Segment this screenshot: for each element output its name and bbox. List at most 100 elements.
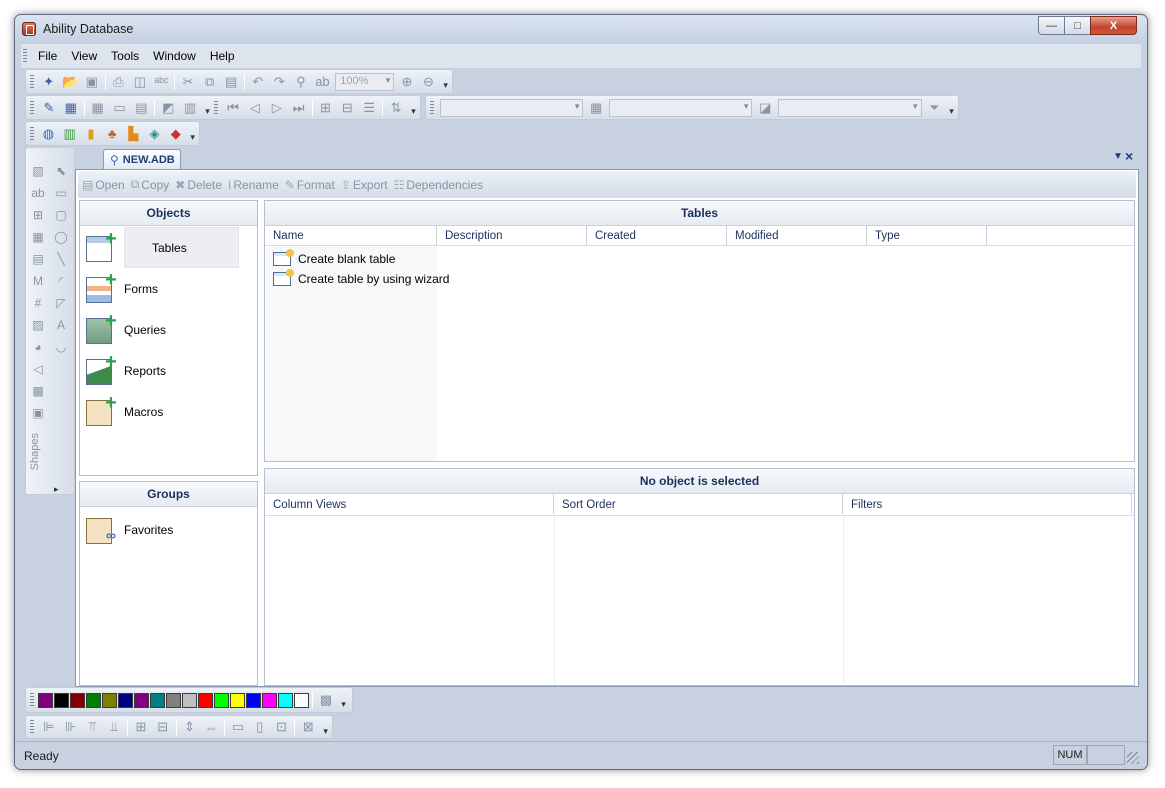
table-grid-icon[interactable]: ▦ — [29, 227, 47, 247]
center-vertical-icon[interactable]: ⊟ — [153, 718, 173, 737]
resize-grip-icon[interactable] — [1127, 752, 1139, 764]
column-header-description[interactable]: Description — [437, 226, 587, 246]
save-icon[interactable]: ▣ — [82, 72, 102, 91]
design-icon[interactable]: ✎ — [39, 98, 59, 117]
rename-action-button[interactable]: I Rename — [228, 178, 279, 192]
toolbar-grip-handle[interactable] — [30, 693, 34, 707]
menubar-grip-handle[interactable] — [23, 49, 27, 63]
toolbar-grip-handle[interactable] — [430, 100, 434, 115]
image-icon[interactable]: ▩ — [29, 381, 47, 401]
redo-icon[interactable]: ↷ — [270, 72, 290, 91]
color-swatch[interactable] — [54, 692, 69, 708]
sort-icon[interactable]: ⇅ — [386, 98, 406, 117]
cut-icon[interactable]: ✂ — [178, 72, 198, 91]
column-header-name[interactable]: Name — [265, 226, 437, 246]
color-swatch[interactable] — [134, 692, 149, 708]
align-top-icon[interactable]: ⫪ — [82, 718, 102, 737]
grid-align-icon[interactable]: ⊡ — [272, 718, 292, 737]
menu-window[interactable]: Window — [146, 49, 203, 63]
same-height-icon[interactable]: ⇕ — [180, 718, 200, 737]
toolbar-grip-handle[interactable] — [30, 720, 34, 734]
list-item[interactable]: Create blank table — [273, 249, 395, 269]
format-action-button[interactable]: ✎ Format — [285, 178, 335, 192]
table-combo[interactable] — [609, 98, 753, 117]
minimize-button[interactable]: — — [1038, 16, 1065, 35]
color-swatch[interactable] — [294, 692, 309, 708]
copy-icon[interactable]: ⧉ — [200, 72, 220, 91]
color-swatch[interactable] — [230, 692, 245, 708]
list-icon[interactable]: ▤ — [29, 249, 47, 269]
color-swatch[interactable] — [38, 692, 53, 708]
column-header-column-views[interactable]: Column Views — [265, 494, 554, 514]
tab-new-adb[interactable]: ⚲ NEW.ADB — [103, 149, 181, 169]
object-item-forms[interactable]: + Forms — [86, 269, 158, 309]
close-button[interactable]: X — [1090, 16, 1137, 35]
toolbar-overflow-chevron-icon[interactable]: ▾ — [203, 98, 212, 117]
font-combo[interactable] — [439, 98, 584, 117]
curve-icon[interactable]: ◜ — [52, 271, 70, 291]
column-header-type[interactable]: Type — [867, 226, 987, 246]
ole-icon[interactable]: ▣ — [29, 403, 47, 423]
hash-icon[interactable]: # — [29, 293, 47, 313]
color-swatch[interactable] — [198, 692, 213, 708]
same-width-icon[interactable]: ⇔ — [201, 718, 221, 737]
form-icon[interactable]: ▭ — [110, 98, 130, 117]
object-item-tables[interactable]: + Tables — [86, 228, 187, 268]
datasheet-icon[interactable]: ▦ — [88, 98, 108, 117]
export-action-button[interactable]: ⇪ Export — [341, 178, 388, 192]
indent-icon[interactable]: ☰ — [359, 98, 379, 117]
first-record-icon[interactable]: ⏮ — [223, 98, 243, 117]
globe-icon[interactable]: ◍ — [39, 124, 58, 143]
menu-help[interactable]: Help — [203, 49, 242, 63]
color-swatch[interactable] — [246, 692, 261, 708]
memo-icon[interactable]: M — [29, 271, 47, 291]
space-vertical-icon[interactable]: ▯ — [250, 718, 270, 737]
space-horizontal-icon[interactable]: ▭ — [228, 718, 248, 737]
color-swatch[interactable] — [182, 692, 197, 708]
toolbar-grip-handle[interactable] — [30, 100, 34, 115]
ellipse-icon[interactable]: ◯ — [52, 227, 70, 247]
script-icon[interactable]: ▮ — [81, 124, 100, 143]
globe-shape-icon[interactable]: ◕ — [29, 337, 47, 357]
rectangle-icon[interactable]: ▭ — [52, 183, 70, 203]
next-record-icon[interactable]: ▷ — [267, 98, 287, 117]
object-item-queries[interactable]: + Queries — [86, 310, 166, 350]
spelling-icon[interactable]: ᵃᵇᶜ — [152, 72, 172, 91]
color-swatch[interactable] — [150, 692, 165, 708]
polygon-icon[interactable]: ◸ — [52, 293, 70, 313]
color-swatch[interactable] — [86, 692, 101, 708]
people-icon[interactable]: ♣ — [103, 124, 122, 143]
line-icon[interactable]: ╲ — [52, 249, 70, 269]
color-swatch[interactable] — [70, 692, 85, 708]
color-swatch[interactable] — [214, 692, 229, 708]
zoom-combo[interactable]: 100% — [335, 72, 395, 91]
column-header-modified[interactable]: Modified — [727, 226, 867, 246]
group-objects-icon[interactable]: ⊠ — [298, 718, 318, 737]
menu-view[interactable]: View — [64, 49, 104, 63]
toolbar-grip-handle[interactable] — [30, 74, 34, 89]
group-item-favorites[interactable]: ∞ Favorites — [86, 510, 173, 550]
print-icon[interactable]: ⎙ — [109, 72, 129, 91]
toolbar-grip-handle[interactable] — [30, 126, 34, 141]
dependencies-action-button[interactable]: ☷ Dependencies — [394, 178, 484, 192]
align-bottom-icon[interactable]: ⫫ — [104, 718, 124, 737]
chart-icon[interactable]: ▙ — [124, 124, 143, 143]
title-bar[interactable]: Ability Database — □ X — [15, 15, 1147, 43]
more-colors-icon[interactable]: ▩ — [316, 691, 336, 710]
column-header-created[interactable]: Created — [587, 226, 727, 246]
delete-row-icon[interactable]: ⊟ — [337, 98, 357, 117]
zoom-in-icon[interactable]: ⊕ — [397, 72, 417, 91]
menu-file[interactable]: File — [31, 49, 64, 63]
toolbar-overflow-chevron-icon[interactable]: ▾ — [188, 124, 197, 143]
color-swatch[interactable] — [118, 692, 133, 708]
color-swatch[interactable] — [166, 692, 181, 708]
object-item-reports[interactable]: + Reports — [86, 351, 166, 391]
copy-action-button[interactable]: ⧉ Copy — [131, 177, 170, 192]
column-header-sort-order[interactable]: Sort Order — [554, 494, 843, 514]
toolbar-overflow-chevron-icon[interactable]: ▾ — [409, 98, 418, 117]
insert-row-icon[interactable]: ⊞ — [316, 98, 336, 117]
arrow-left-icon[interactable]: ◁ — [29, 359, 47, 379]
report-icon[interactable]: ▤ — [131, 98, 151, 117]
toolbar-overflow-chevron-icon[interactable]: ▾ — [947, 98, 956, 117]
toolbar-overflow-chevron-icon[interactable]: ▾ — [321, 718, 330, 737]
